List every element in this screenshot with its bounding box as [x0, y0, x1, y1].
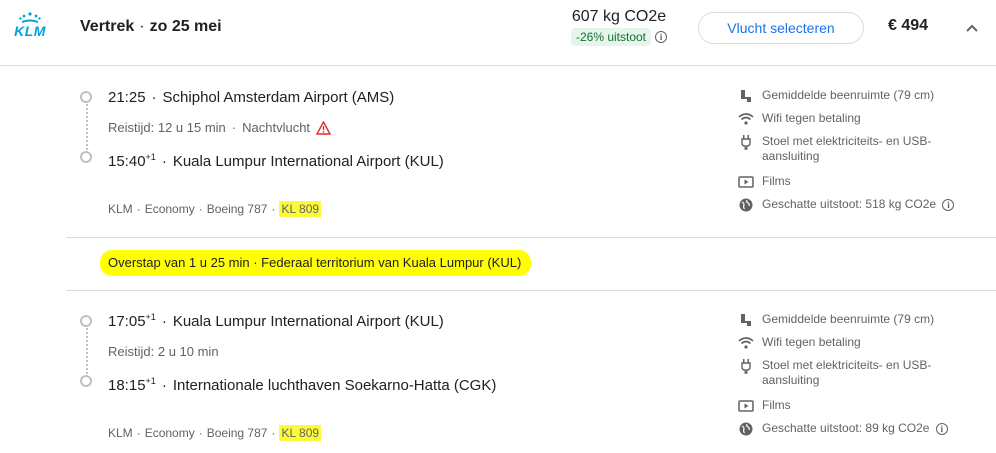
departure-airport: Kuala Lumpur International Airport (KUL) [172, 313, 444, 330]
duration-row: Reistijd: 12 u 15 min · Nachtvlucht [108, 120, 332, 135]
cabin-class: Economy [144, 426, 195, 440]
departure-time: 17:05 [108, 313, 146, 330]
warning-icon[interactable] [316, 120, 332, 135]
amenity-emission: Geschatte uitstoot: 89 kg CO2e i [738, 421, 968, 441]
amenity-emission: Geschatte uitstoot: 518 kg CO2e i [738, 197, 968, 217]
flight-number: KL 809 [279, 201, 322, 217]
klm-logo-text: KLM [14, 23, 46, 39]
select-flight-button[interactable]: Vlucht selecteren [698, 12, 864, 44]
flight-meta: KLM · Economy · Boeing 787 · KL 809 [108, 201, 322, 217]
cabin-class: Economy [144, 202, 195, 216]
departure-dot [80, 315, 92, 327]
divider [66, 237, 996, 238]
legroom-icon [741, 90, 751, 102]
departure-airport: Schiphol Amsterdam Airport (AMS) [162, 89, 395, 106]
airline-name: KLM [108, 202, 133, 216]
direction-label: Vertrek [80, 18, 135, 35]
video-icon [738, 176, 754, 188]
date-label: zo 25 mei [149, 18, 222, 35]
arrival-time: 15:40 [108, 153, 146, 170]
amenity-video: Films [738, 174, 968, 197]
emission-value: 607 kg CO2e [571, 8, 667, 25]
arrival-time: 18:15 [108, 377, 146, 394]
amenity-power: Stoel met elektriciteits- en USB-aanslui… [738, 358, 968, 398]
overnight-label: Nachtvlucht [242, 120, 311, 135]
wifi-icon [738, 113, 754, 125]
page-title: Vertrek · zo 25 mei [80, 18, 222, 35]
power-plug-icon [741, 135, 751, 150]
flight-header[interactable]: KLM Vertrek · zo 25 mei 607 kg CO2e -26% u… [0, 0, 996, 66]
divider [66, 290, 996, 291]
arrival-row: 15:40+1 · Kuala Lumpur International Airpo… [108, 152, 444, 170]
departure-dot [80, 91, 92, 103]
itinerary-line [86, 328, 88, 378]
info-icon[interactable]: i [655, 31, 668, 43]
info-icon[interactable]: i [935, 423, 948, 435]
itinerary-line [86, 104, 88, 154]
arrival-dot [80, 375, 92, 387]
klm-logo: KLM [10, 12, 50, 40]
arrival-dot [80, 151, 92, 163]
arrival-row: 18:15+1 · Internationale luchthaven Soekar… [108, 376, 497, 394]
arrival-airport: Kuala Lumpur International Airport (KUL) [172, 153, 444, 170]
price: € 494 [888, 17, 929, 34]
amenity-legroom: Gemiddelde beenruimte (79 cm) [738, 312, 968, 335]
legroom-icon [741, 314, 751, 326]
amenity-wifi: Wifi tegen betaling [738, 335, 968, 358]
emission-summary: 607 kg CO2e -26% uitstoot i [562, 8, 676, 46]
travel-time: Reistijd: 12 u 15 min [108, 120, 226, 135]
chevron-up-icon[interactable] [962, 18, 982, 38]
departure-row: 21:25 · Schiphol Amsterdam Airport (AMS) [108, 89, 395, 106]
video-icon [738, 400, 754, 412]
globe-icon [739, 422, 753, 436]
amenity-video: Films [738, 398, 968, 421]
departure-row: 17:05+1 · Kuala Lumpur International Airpo… [108, 312, 444, 330]
duration-row: Reistijd: 2 u 10 min [108, 344, 219, 359]
layover-info: Overstap van 1 u 25 min · Federaal terri… [100, 250, 532, 276]
flight-meta: KLM · Economy · Boeing 787 · KL 809 [108, 425, 322, 441]
aircraft: Boeing 787 [206, 202, 268, 216]
departure-time: 21:25 [108, 89, 146, 106]
wifi-icon [738, 337, 754, 349]
aircraft: Boeing 787 [206, 426, 268, 440]
airline-name: KLM [108, 426, 133, 440]
amenity-wifi: Wifi tegen betaling [738, 111, 968, 134]
travel-time: Reistijd: 2 u 10 min [108, 344, 219, 359]
globe-icon [739, 198, 753, 212]
power-plug-icon [741, 359, 751, 374]
arrival-airport: Internationale luchthaven Soekarno-Hatta… [172, 377, 497, 394]
amenity-legroom: Gemiddelde beenruimte (79 cm) [738, 88, 968, 111]
amenities-list: Gemiddelde beenruimte (79 cm) Wifi tegen… [738, 88, 968, 217]
emission-badge: -26% uitstoot [570, 28, 652, 46]
amenity-power: Stoel met elektriciteits- en USB-aanslui… [738, 134, 968, 174]
amenities-list: Gemiddelde beenruimte (79 cm) Wifi tegen… [738, 312, 968, 441]
info-icon[interactable]: i [942, 199, 955, 211]
flight-number: KL 809 [279, 425, 322, 441]
